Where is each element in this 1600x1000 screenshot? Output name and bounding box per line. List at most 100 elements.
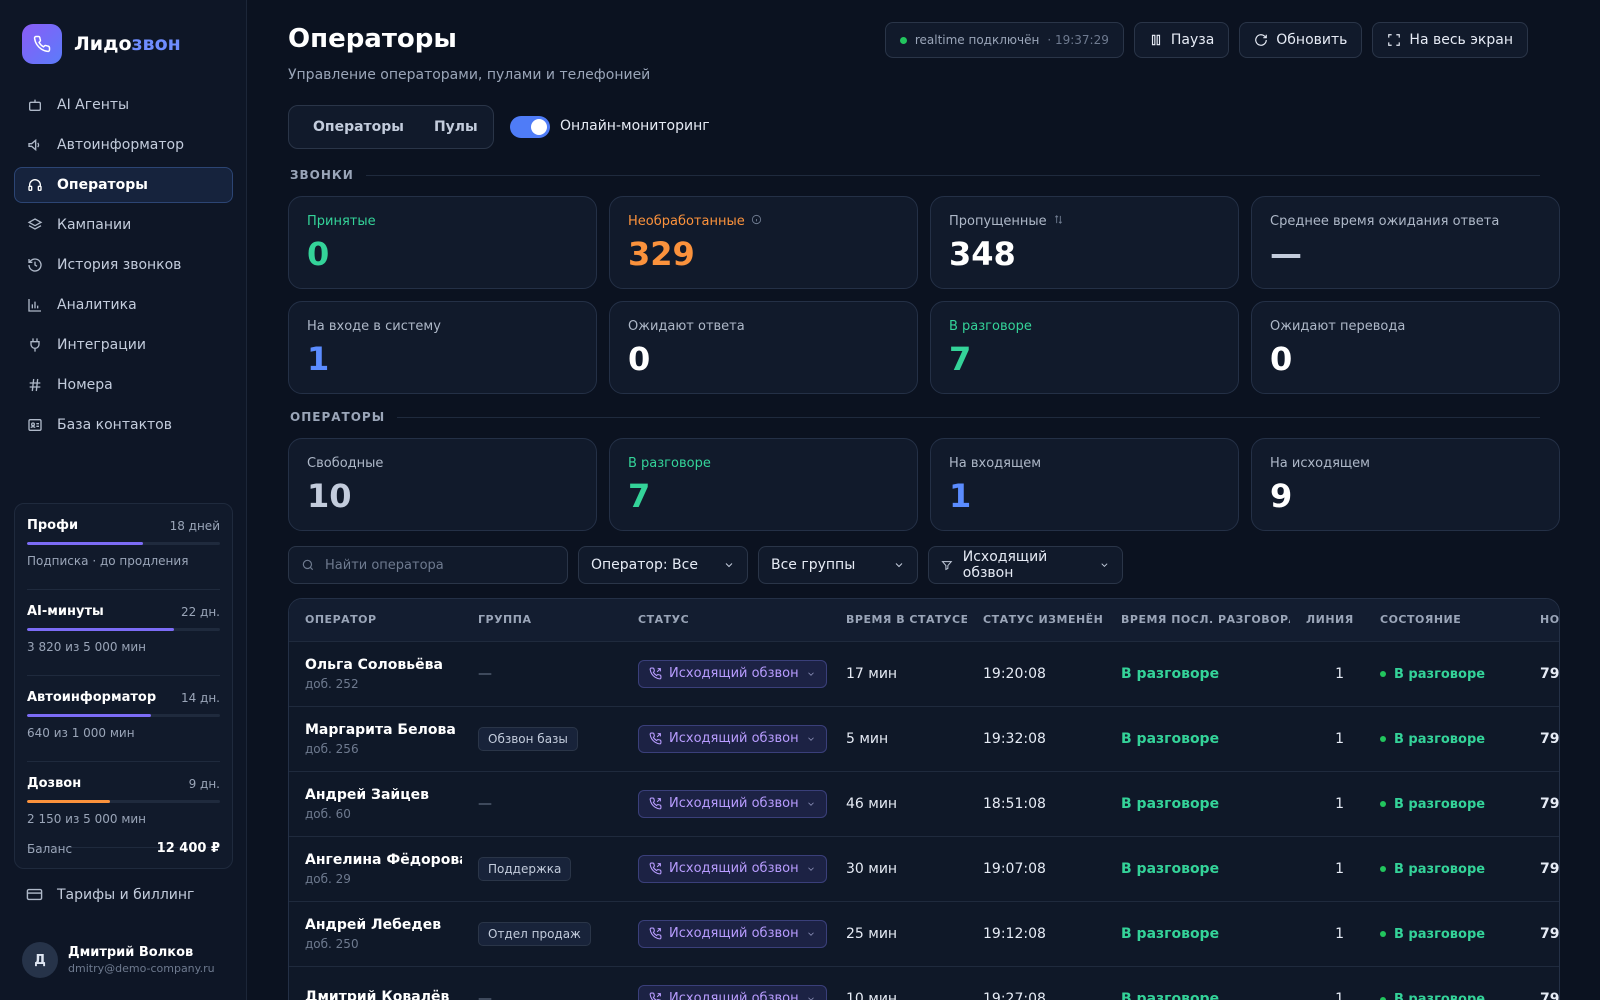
column-header[interactable]: ЛИНИЯ — [1290, 599, 1364, 641]
section-divider — [365, 174, 1540, 176]
sidebar-item-autoinformer[interactable]: Автоинформатор — [14, 127, 233, 163]
hash-icon — [29, 378, 41, 392]
status-cell: Исходящий обзвон — [622, 640, 830, 706]
sidebar-item-label: Автоинформатор — [57, 137, 184, 153]
stat-card-label: Среднее время ожидания ответа — [1270, 214, 1541, 229]
table-row[interactable]: Андрей Зайцев доб. 60 — Исходящий обзвон 46 … — [289, 770, 1559, 836]
column-header[interactable]: НОМЕР — [1524, 599, 1559, 641]
column-header[interactable]: ОПЕРАТОР — [289, 599, 462, 641]
column-header[interactable]: ВРЕМЯ ПОСЛ. РАЗГОВОРА — [1105, 599, 1290, 641]
table-row[interactable]: Ангелина Фёдорова доб. 29 Поддержка Исходящ… — [289, 835, 1559, 901]
balance: Баланс 12 400 ₽ — [27, 841, 220, 856]
status-changed: 19:20:08 — [967, 640, 1105, 706]
status-select[interactable]: Исходящий обзвон — [638, 789, 827, 818]
operator-select[interactable]: Оператор: Все — [578, 546, 748, 584]
sidebar-item-label: Интеграции — [57, 337, 146, 353]
operator-ext: доб. 250 — [305, 936, 359, 951]
time-in-status: 10 мин — [830, 965, 967, 1000]
refresh-button[interactable]: Обновить — [1239, 22, 1363, 58]
tab-operators[interactable]: Операторы — [301, 113, 416, 141]
sort-icon[interactable] — [1053, 214, 1064, 229]
phone-outgoing-icon — [649, 992, 661, 1000]
table-row[interactable]: Ольга Соловьёва доб. 252 — Исходящий обзвон… — [289, 640, 1559, 706]
stat-card-value: 0 — [307, 235, 330, 273]
operator-name[interactable]: Ангелина Фёдорова — [305, 852, 462, 868]
progress-bar — [27, 714, 220, 717]
operator-cell: Андрей Лебедев доб. 250 — [289, 900, 462, 966]
brand[interactable]: Лидозвон — [22, 24, 181, 64]
last-call-cell: В разговоре — [1105, 640, 1290, 706]
pause-button[interactable]: Пауза — [1133, 22, 1230, 58]
table-row[interactable]: Андрей Лебедев доб. 250 Отдел продаж Исходя… — [289, 900, 1559, 966]
phone-number: 79 — [1524, 640, 1559, 706]
realtime-label: realtime подключён — [914, 33, 1040, 47]
search-input[interactable] — [325, 557, 555, 573]
plan-days: 14 дн. — [180, 690, 220, 705]
monitoring-toggle[interactable] — [510, 116, 550, 138]
sidebar-item-contacts[interactable]: База контактов — [14, 407, 233, 443]
plan-panel: Профи 18 дней Подписка · до продления AI… — [14, 503, 233, 869]
stat-card-value: — — [1270, 235, 1302, 273]
tab-pools[interactable]: Пулы — [422, 113, 490, 141]
state-dot-icon — [1380, 736, 1386, 743]
stat-card-label-text: Принятые — [307, 214, 376, 229]
groups-select[interactable]: Все группы — [758, 546, 918, 584]
state-dot-icon — [1380, 671, 1386, 678]
stat-card: На входящем 1 — [930, 438, 1239, 531]
stat-card-label: Принятые — [307, 214, 578, 229]
status-dot-icon — [899, 36, 907, 44]
column-header[interactable]: СТАТУС ИЗМЕНЁН — [967, 599, 1105, 641]
column-header[interactable]: СОСТОЯНИЕ — [1364, 599, 1524, 641]
chevron-down-icon — [807, 997, 814, 1000]
sidebar-item-operators[interactable]: Операторы — [14, 167, 233, 203]
sidebar-item-numbers[interactable]: Номера — [14, 367, 233, 403]
sidebar-item-ai-agents[interactable]: AI Агенты — [14, 87, 233, 123]
operator-name[interactable]: Ольга Соловьёва — [305, 657, 462, 673]
phone-number: 79 — [1524, 705, 1559, 771]
sidebar-item-analytics[interactable]: Аналитика — [14, 287, 233, 323]
state-label: В разговоре — [1394, 796, 1486, 812]
sidebar-item-label: AI Агенты — [57, 97, 130, 113]
status-select[interactable]: Исходящий обзвон — [638, 984, 827, 1000]
column-header[interactable]: СТАТУС — [622, 599, 830, 641]
layers-icon — [27, 218, 43, 230]
info-icon[interactable] — [751, 214, 762, 229]
line-number: 1 — [1290, 640, 1364, 706]
sidebar-item-integrations[interactable]: Интеграции — [14, 327, 233, 363]
group-cell: — — [462, 770, 622, 836]
line-number: 1 — [1290, 705, 1364, 771]
operator-name[interactable]: Андрей Зайцев — [305, 787, 462, 803]
mode-filter[interactable]: Исходящий обзвон — [928, 546, 1123, 584]
phone-outgoing-icon — [649, 732, 662, 745]
user-email: dmitry@demo-company.ru — [68, 962, 215, 975]
status-select[interactable]: Исходящий обзвон — [638, 724, 827, 753]
user-profile[interactable]: Д Дмитрий Волков dmitry@demo-company.ru — [22, 942, 215, 978]
column-header[interactable]: ВРЕМЯ В СТАТУСЕ — [830, 599, 967, 641]
operator-name[interactable]: Андрей Лебедев — [305, 917, 462, 933]
state-cell: В разговоре — [1364, 965, 1524, 1000]
status-select[interactable]: Исходящий обзвон — [638, 854, 827, 883]
sidebar-item-campaigns[interactable]: Кампании — [14, 207, 233, 243]
sidebar-nav: AI Агенты Автоинформатор Операторы Кампа… — [14, 87, 233, 447]
operator-name[interactable]: Дмитрий Ковалёв — [305, 989, 462, 1000]
sidebar-item-call-history[interactable]: История звонков — [14, 247, 233, 283]
top-actions: realtime подключён · 19:37:29 Пауза Обно… — [884, 22, 1528, 58]
progress-bar — [27, 542, 220, 545]
table-row[interactable]: Дмитрий Ковалёв — Исходящий обзвон 10 мин 19… — [289, 965, 1559, 1000]
plan-title: Дозвон — [27, 776, 82, 791]
time-in-status: 46 мин — [830, 770, 967, 836]
column-header[interactable]: ГРУППА — [462, 599, 622, 641]
status-select[interactable]: Исходящий обзвон — [638, 659, 827, 688]
plan-sub: 640 из 1 000 мин — [27, 726, 135, 740]
table-row[interactable]: Маргарита Белова доб. 256 Обзвон базы Исход… — [289, 705, 1559, 771]
state-cell: В разговоре — [1364, 835, 1524, 901]
operator-name[interactable]: Маргарита Белова — [305, 722, 462, 738]
sidebar-item-billing[interactable]: Тарифы и биллинг — [26, 886, 194, 903]
status-select[interactable]: Исходящий обзвон — [638, 919, 827, 948]
state-cell: В разговоре — [1364, 640, 1524, 706]
chart-icon — [28, 299, 41, 312]
operator-ext: доб. 252 — [305, 676, 359, 691]
fullscreen-button[interactable]: На весь экран — [1372, 22, 1528, 58]
state-label: В разговоре — [1394, 731, 1486, 747]
stat-card-label: Ожидают ответа — [628, 319, 899, 334]
